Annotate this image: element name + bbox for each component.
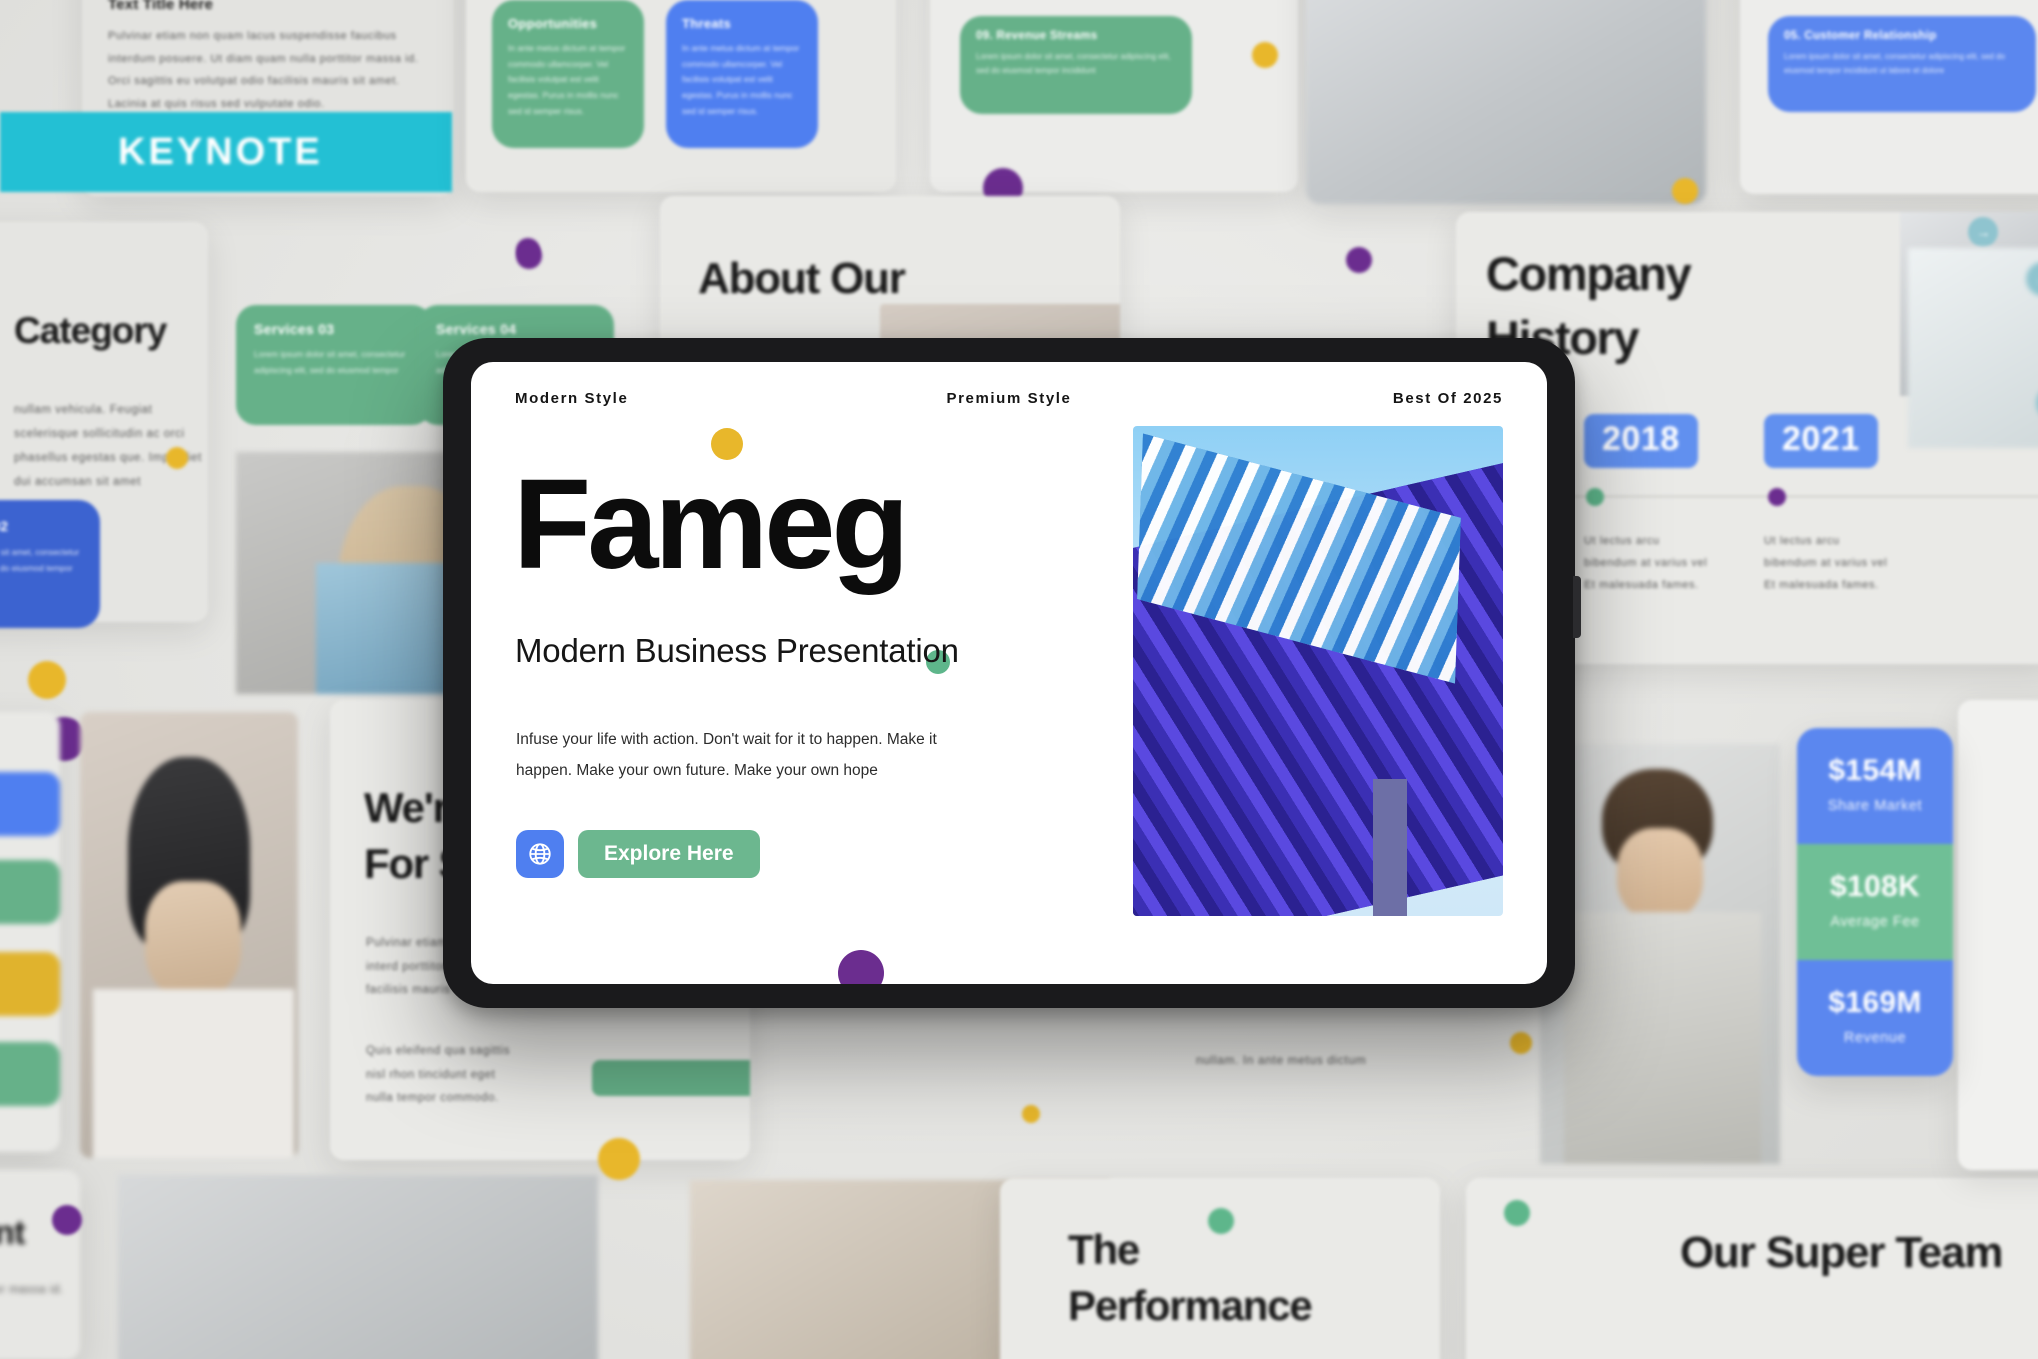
slide-partial-left-bottom: nt or massa id. — [0, 1170, 80, 1359]
category-title: Category — [14, 310, 167, 351]
services-heading: Services 03 — [254, 321, 335, 337]
tablet-screen: Modern Style Premium Style Best Of 2025 … — [471, 362, 1547, 984]
revenue-heading: 09. Revenue Streams — [976, 30, 1098, 42]
performance-line2: Performance — [1068, 1282, 1313, 1329]
slide-color-chips — [0, 712, 60, 1152]
services-card-02: Services 02 Lorem ipsum dolor sit amet, … — [0, 500, 100, 628]
services-body: Lorem ipsum dolor sit amet, consectetur … — [254, 349, 406, 375]
stat-value: $169M — [1828, 986, 1922, 1019]
globe-icon — [529, 843, 551, 865]
swot-body: In ante metus dictum at tempor commodo u… — [682, 43, 800, 116]
services-card-03: Services 03 Lorem ipsum dolor sit amet, … — [236, 305, 432, 425]
decor-dot-purple — [838, 950, 884, 984]
slide-heading: Text Title Here — [108, 0, 213, 13]
customer-heading: 05. Customer Relationship — [1784, 30, 1937, 42]
decor-dot-yellow — [1252, 42, 1278, 68]
tablet-device: Modern Style Premium Style Best Of 2025 … — [443, 338, 1581, 1008]
team-title: Our Super Team — [1680, 1228, 2003, 1277]
stat-label: Share Market — [1827, 798, 1923, 814]
decor-dot-yellow — [166, 447, 188, 469]
slide-swot: Opportunities In ante metus dictum at te… — [466, 0, 896, 192]
slide-subtitle: Modern Business Presentation — [515, 632, 959, 669]
partial-body: or massa id. — [0, 1284, 64, 1296]
stat-item: $169M Revenue — [1797, 960, 1953, 1076]
decor-dot-yellow — [1022, 1105, 1040, 1123]
keynote-label: KEYNOTE — [118, 130, 323, 173]
swot-heading: Threats — [682, 16, 732, 31]
timeline-year-chip: 2018 — [1584, 414, 1698, 468]
decor-dot-green — [1208, 1208, 1234, 1234]
slide-label-best-of-2025: Best Of 2025 — [1392, 390, 1503, 407]
customer-body: Lorem ipsum dolor sit amet, consectetur … — [1784, 52, 2005, 76]
photo-man-phone — [1540, 744, 1780, 1164]
photo-glass-room: → → — [1908, 248, 2038, 448]
decor-dot-yellow — [1510, 1032, 1532, 1054]
services-heading: Services 02 — [0, 518, 9, 534]
keynote-banner: KEYNOTE — [0, 112, 452, 192]
mockup-stage: Text Title Here Pulvinar etiam non quam … — [0, 0, 2038, 1359]
timeline-entry: Ut lectus arcu bibendum at varius vel Et… — [1584, 535, 1708, 591]
slide-hero-image — [1133, 426, 1503, 916]
about-title: About Our — [698, 254, 906, 303]
photo-presenter — [118, 1175, 598, 1359]
decor-dot-purple — [52, 1205, 82, 1235]
photo-meeting — [1306, 0, 1706, 204]
slide-performance: The Performance — [1000, 1178, 1440, 1359]
company-history-title-1: Company — [1486, 247, 1692, 300]
slide-title: Fameg — [513, 453, 910, 596]
decor-dot-purple — [516, 243, 542, 269]
swot-heading: Opportunities — [508, 16, 598, 31]
slide-office-photo — [1306, 0, 1706, 204]
explore-here-button[interactable]: Explore Here — [578, 830, 760, 878]
building-shaft — [1372, 778, 1407, 916]
slide-body: Pulvinar etiam non quam lacus suspendiss… — [108, 30, 419, 110]
slide-revenue-streams: 09. Revenue Streams Lorem ipsum dolor si… — [930, 0, 1298, 192]
stat-label: Average Fee — [1830, 914, 1920, 930]
stat-item: $154M Share Market — [1797, 728, 1953, 844]
decor-dot-green — [1504, 1200, 1530, 1226]
slide-customer-relationship: 05. Customer Relationship Lorem ipsum do… — [1740, 0, 2038, 194]
swot-card-threats: Threats In ante metus dictum at tempor c… — [666, 0, 818, 148]
services-body: Lorem ipsum dolor sit amet, consectetur … — [0, 547, 80, 574]
stat-value: $154M — [1828, 754, 1922, 787]
timeline-year-chip: 2021 — [1764, 414, 1878, 468]
timeline-entry: Ut lectus arcu bibendum at varius vel Et… — [1764, 535, 1888, 591]
slide-label-modern-style: Modern Style — [515, 390, 629, 407]
revenue-card: 09. Revenue Streams Lorem ipsum dolor si… — [960, 16, 1192, 114]
decor-dot-purple — [1346, 247, 1372, 273]
swot-body: In ante metus dictum at tempor commodo u… — [508, 43, 626, 116]
partial-title: nt — [0, 1214, 26, 1252]
stat-label: Revenue — [1843, 1030, 1907, 1046]
photo-woman-desk — [80, 712, 298, 1158]
slide-body-text: Infuse your life with action. Don't wait… — [516, 731, 937, 779]
decor-dot-yellow — [598, 1138, 640, 1180]
slide-stats — [1958, 700, 2038, 1170]
slide-actions: Explore Here — [516, 830, 760, 878]
revenue-body: Lorem ipsum dolor sit amet, consectetur … — [976, 52, 1171, 76]
stat-value: $108K — [1830, 870, 1920, 903]
stat-item: $108K Average Fee — [1797, 844, 1953, 960]
decor-dot-yellow — [28, 661, 66, 699]
decor-dot-yellow — [1672, 178, 1698, 204]
ante-metus-text: nullam. In ante metus dictum — [1196, 1053, 1367, 1067]
timeline-dot — [1586, 488, 1604, 506]
services-heading: Services 04 — [436, 321, 517, 337]
swot-card-opportunities: Opportunities In ante metus dictum at te… — [492, 0, 644, 148]
globe-icon-button[interactable] — [516, 830, 564, 878]
were-body-2: Quis eleifend qua sagittis nisl rhon tin… — [366, 1045, 511, 1105]
slide-super-team: Our Super Team — [1466, 1178, 2038, 1359]
stat-stack: $154M Share Market $108K Average Fee $16… — [1797, 728, 1953, 1076]
customer-card: 05. Customer Relationship Lorem ipsum do… — [1768, 16, 2036, 112]
timeline-dot — [1768, 488, 1786, 506]
performance-line1: The — [1068, 1226, 1140, 1273]
slide-label-premium-style: Premium Style — [946, 390, 1072, 407]
